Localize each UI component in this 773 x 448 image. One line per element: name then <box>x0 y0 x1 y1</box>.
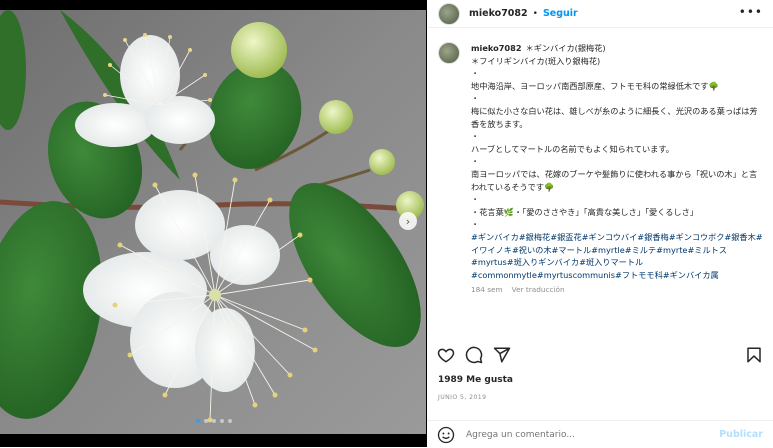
bookmark-icon[interactable] <box>745 346 763 364</box>
caption-line: ハーブとしてマートルの名前でもよく知られています。 <box>471 143 674 154</box>
comment-input[interactable] <box>464 428 720 441</box>
post-photo <box>0 10 426 434</box>
caption-line: ・ <box>471 219 480 230</box>
post-details: mieko7082 • Seguir ••• mieko7082 ＊ギンバイカ(銀… <box>427 0 773 447</box>
avatar[interactable] <box>438 2 460 25</box>
heart-icon[interactable] <box>437 346 455 364</box>
post-caption: mieko7082 ＊ギンバイカ(銀梅花) ＊フイリギンバイカ(斑入り銀梅花) ・… <box>438 42 768 332</box>
next-photo-button[interactable]: › <box>399 212 417 230</box>
header-username[interactable]: mieko7082 <box>469 8 528 19</box>
caption-line: 地中海沿岸、ヨーロッパ南西部原産、フトモモ科の常緑低木です🌳 <box>471 80 719 91</box>
post-header: mieko7082 • Seguir ••• <box>427 0 773 28</box>
paper-plane-icon[interactable] <box>493 346 511 364</box>
like-count[interactable]: 1989 Me gusta <box>438 375 513 385</box>
caption-line: ・ <box>471 131 480 142</box>
smiley-icon[interactable] <box>437 426 455 444</box>
avatar[interactable] <box>438 42 460 64</box>
post-media: › <box>0 0 427 447</box>
post-time-ago[interactable]: 184 sem <box>471 284 503 297</box>
caption-body: mieko7082 ＊ギンバイカ(銀梅花) ＊フイリギンバイカ(斑入り銀梅花) ・… <box>471 42 763 332</box>
carousel-dot <box>228 419 232 423</box>
more-options-icon[interactable]: ••• <box>739 5 763 19</box>
instagram-post: › mieko7082 • Seguir ••• mieko7082 ＊ギンバイカ… <box>0 0 773 447</box>
caption-meta: 184 sem Ver traducción <box>471 284 763 297</box>
carousel-dot <box>196 419 200 423</box>
publish-button[interactable]: Publicar <box>719 429 763 440</box>
translate-link[interactable]: Ver traducción <box>512 284 565 297</box>
caption-line: ＊フイリギンバイカ(斑入り銀梅花) <box>471 55 601 66</box>
caption-line: ・ <box>471 93 480 104</box>
post-date[interactable]: JUNIO 5, 2019 <box>438 394 486 401</box>
carousel-indicator <box>196 419 232 423</box>
caption-line: ・ <box>471 194 480 205</box>
caption-line: ・花言葉🌿・「愛のささやき」「高貴な美しさ」「愛くるしさ」 <box>471 206 698 217</box>
carousel-dot <box>220 419 224 423</box>
action-bar <box>427 342 773 368</box>
caption-username[interactable]: mieko7082 <box>471 43 522 53</box>
carousel-dot <box>212 419 216 423</box>
caption-line: ＊ギンバイカ(銀梅花) <box>525 43 606 53</box>
caption-line: 梅に似た小さな白い花は、雄しべが糸のように細長く、光沢のある葉っぱは芳香を放ちま… <box>471 105 758 129</box>
comment-bar: Publicar <box>427 420 773 448</box>
carousel-dot <box>204 419 208 423</box>
hashtag-list[interactable]: #ギンバイカ#銀梅花#銀盃花#ギンコウバイ#銀香梅#ギンコウボク#銀香木#イワイ… <box>471 231 763 281</box>
caption-line: ・ <box>471 68 480 79</box>
comment-icon[interactable] <box>465 346 483 364</box>
chevron-right-icon: › <box>405 214 411 228</box>
follow-button[interactable]: Seguir <box>543 8 578 19</box>
caption-line: 南ヨーロッパでは、花嫁のブーケや髪飾りに使われる事から「祝いの木」と言われている… <box>471 168 758 192</box>
caption-line: ・ <box>471 156 480 167</box>
header-separator: • <box>532 8 538 19</box>
